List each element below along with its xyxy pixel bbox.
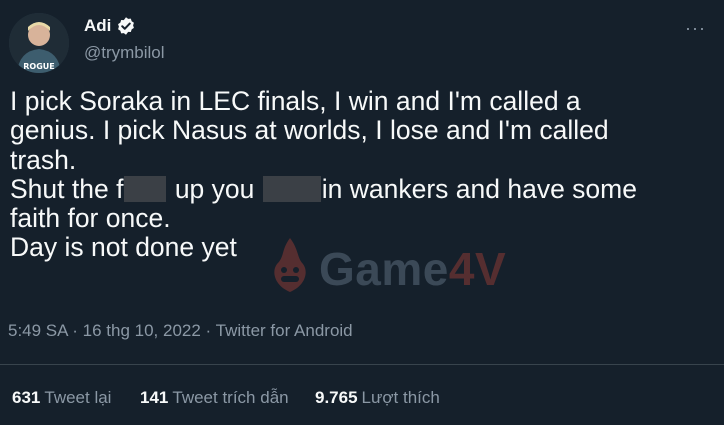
author-avatar[interactable]: ROGUE bbox=[9, 13, 69, 73]
avatar-jersey-text: ROGUE bbox=[23, 62, 55, 71]
quotes-label: Tweet trích dẫn bbox=[172, 388, 289, 407]
more-options-icon[interactable]: ··· bbox=[685, 18, 706, 39]
tweet-line: faith for once. bbox=[10, 203, 171, 234]
tweet-line: genius. I pick Nasus at worlds, I lose a… bbox=[10, 115, 609, 146]
tweet-line: I pick Soraka in LEC finals, I win and I… bbox=[10, 86, 581, 116]
quotes-stat[interactable]: 141 Tweet trích dẫn bbox=[140, 388, 315, 408]
quotes-count: 141 bbox=[140, 388, 169, 407]
likes-label: Lượt thích bbox=[361, 388, 440, 407]
author-name-row: Adi bbox=[84, 14, 136, 38]
author-display-name[interactable]: Adi bbox=[84, 16, 111, 36]
tweet-line: Day is not done yet bbox=[10, 232, 237, 263]
tweet-timestamp[interactable]: 5:49 SA · 16 thg 10, 2022 · Twitter for … bbox=[8, 321, 353, 341]
censor-block bbox=[262, 175, 321, 202]
tweet-line-censored: Shut the f up you in wankers and have so… bbox=[10, 173, 710, 204]
censor-block bbox=[124, 175, 167, 202]
divider bbox=[0, 364, 724, 365]
tweet-segment: Shut the f bbox=[10, 173, 124, 204]
avatar-image: ROGUE bbox=[9, 13, 69, 73]
likes-stat[interactable]: 9.765 Lượt thích bbox=[315, 388, 440, 408]
retweets-stat[interactable]: 631 Tweet lại bbox=[12, 388, 140, 408]
tweet-text: I pick Soraka in LEC finals, I win and I… bbox=[10, 86, 710, 263]
retweets-count: 631 bbox=[12, 388, 41, 407]
tweet-segment: up you bbox=[167, 173, 262, 204]
tweet-segment: in wankers and have some bbox=[321, 173, 637, 204]
tweet-line: trash. bbox=[10, 144, 77, 175]
retweets-label: Tweet lại bbox=[44, 388, 112, 407]
author-handle[interactable]: @trymbilol bbox=[84, 43, 165, 63]
likes-count: 9.765 bbox=[315, 388, 358, 407]
tweet-stats: 631 Tweet lại 141 Tweet trích dẫn 9.765 … bbox=[12, 388, 440, 408]
verified-badge-icon bbox=[116, 16, 136, 36]
